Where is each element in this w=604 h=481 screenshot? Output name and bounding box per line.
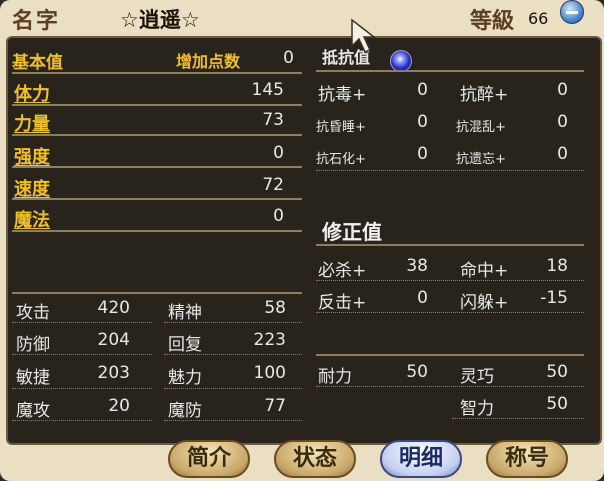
points-value: 0: [283, 48, 294, 68]
modifier-title: 修正值: [322, 220, 382, 244]
tab-status[interactable]: 状态: [274, 440, 356, 478]
combat-label-spirit: 精神: [168, 303, 202, 323]
resist-value-confuse: 0: [557, 112, 568, 132]
minimize-button[interactable]: [560, 0, 584, 24]
combat-label-attack: 攻击: [16, 303, 50, 323]
character-name: ☆逍遥☆: [120, 8, 200, 32]
mouse-cursor-icon: [351, 18, 377, 53]
tab-titles[interactable]: 称号: [486, 440, 568, 478]
tab-profile[interactable]: 简介: [168, 440, 250, 478]
stats-panel: [6, 36, 602, 445]
extra-label-intellect: 智力: [460, 399, 494, 419]
base-title: 基本值: [12, 53, 63, 73]
modifier-label-critical: 必杀+: [318, 261, 367, 281]
stat-value-strength: 73: [262, 110, 284, 130]
stat-label-magic: 魔法: [14, 210, 50, 231]
resist-value-sleep: 0: [417, 112, 428, 132]
combat-value-attack: 420: [97, 298, 130, 318]
modifier-label-hit: 命中+: [460, 261, 509, 281]
stat-value-speed: 72: [262, 175, 284, 195]
resist-label-poison: 抗毒+: [318, 85, 367, 105]
level-label: 等級: [470, 9, 515, 34]
stat-label-strength: 力量: [14, 114, 50, 135]
combat-value-magic-defense: 77: [264, 396, 286, 416]
combat-label-agility: 敏捷: [16, 368, 50, 388]
stat-value-magic: 0: [273, 206, 284, 226]
resist-value-stone: 0: [417, 144, 428, 164]
resist-label-confuse: 抗混乱+: [456, 120, 506, 135]
resist-label-drunk: 抗醉+: [460, 85, 509, 105]
combat-value-defense: 204: [97, 330, 130, 350]
resist-value-drunk: 0: [557, 80, 568, 100]
resist-label-stone: 抗石化+: [316, 152, 366, 167]
modifier-value-dodge: -15: [540, 288, 568, 308]
name-label: 名字: [12, 9, 61, 34]
modifier-label-counter: 反击+: [318, 293, 367, 313]
orb-icon: [390, 50, 412, 72]
resist-label-forget: 抗遗忘+: [456, 152, 506, 167]
level-value: 66: [528, 9, 549, 28]
combat-value-agility: 203: [97, 363, 130, 383]
stat-value-toughness: 0: [273, 143, 284, 163]
title-bar[interactable]: 名字 ☆逍遥☆ 等級 66: [0, 0, 604, 36]
stat-value-hp: 145: [251, 80, 284, 100]
combat-value-recovery: 223: [253, 330, 286, 350]
extra-value-agility: 50: [546, 362, 568, 382]
resist-value-forget: 0: [557, 144, 568, 164]
extra-label-agility: 灵巧: [460, 367, 494, 387]
combat-value-charm: 100: [253, 363, 286, 383]
extra-label-durability: 耐力: [318, 367, 352, 387]
combat-label-recovery: 回复: [168, 335, 202, 355]
combat-label-charm: 魅力: [168, 368, 202, 388]
combat-value-spirit: 58: [264, 298, 286, 318]
extra-value-durability: 50: [406, 362, 428, 382]
combat-value-magic-attack: 20: [108, 396, 130, 416]
combat-label-magic-attack: 魔攻: [16, 401, 50, 421]
resist-value-poison: 0: [417, 80, 428, 100]
resist-label-sleep: 抗昏睡+: [316, 120, 366, 135]
tab-details[interactable]: 明细: [380, 440, 462, 478]
points-label: 增加点数: [176, 52, 241, 71]
extra-value-intellect: 50: [546, 394, 568, 414]
combat-label-magic-defense: 魔防: [168, 401, 202, 421]
combat-label-defense: 防御: [16, 335, 50, 355]
modifier-value-hit: 18: [546, 256, 568, 276]
stat-label-hp: 体力: [14, 84, 50, 105]
modifier-label-dodge: 闪躲+: [460, 293, 509, 313]
modifier-value-counter: 0: [417, 288, 428, 308]
modifier-value-critical: 38: [406, 256, 428, 276]
